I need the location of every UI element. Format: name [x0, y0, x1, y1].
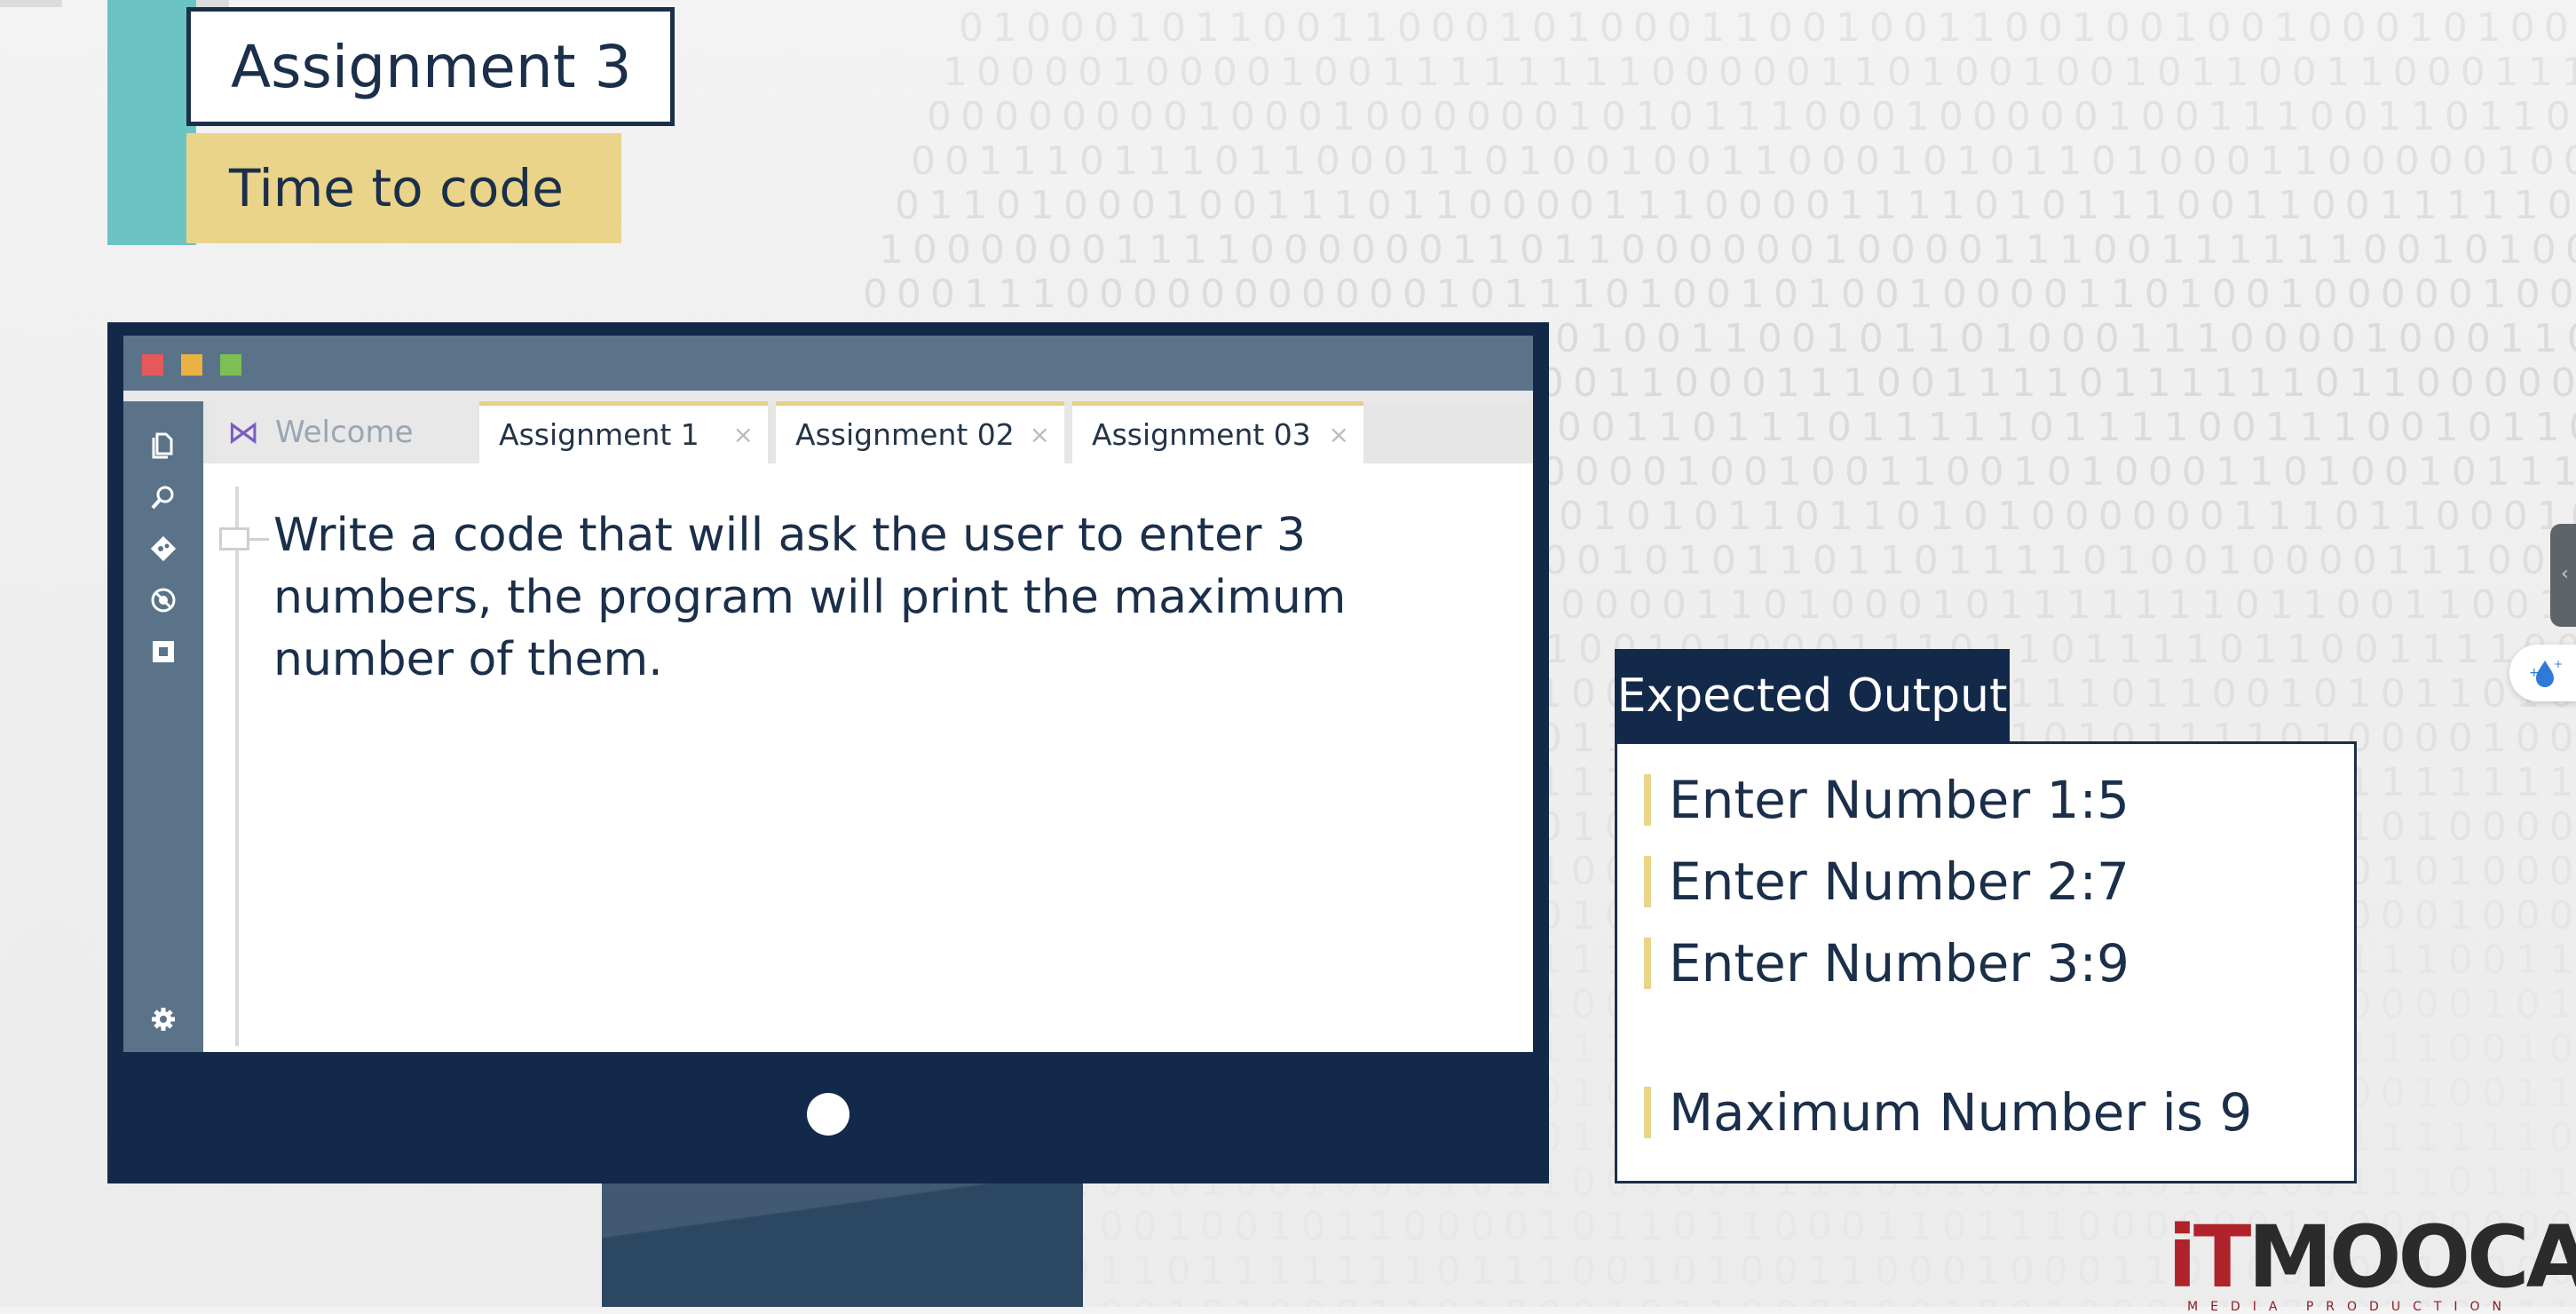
output-line-marker [1644, 774, 1651, 826]
close-tab-icon[interactable]: × [1329, 420, 1349, 449]
output-line: Maximum Number is 9 [1644, 1081, 2252, 1144]
content-line: Write a code that will ask the user to e… [273, 509, 1307, 562]
monitor-stand-highlight [602, 1183, 1083, 1307]
tab-assignment-1[interactable]: Assignment 1 × [479, 401, 768, 463]
logo-wordmark: iTMOOCA [2168, 1207, 2576, 1307]
tab-assignment-03[interactable]: Assignment 03 × [1072, 401, 1363, 463]
binary-row: 1000000111100000011011000000100001110011… [879, 227, 2576, 273]
binary-row: 0000000010001000000101011100010000010011… [927, 94, 2576, 139]
editor-menu-strip [123, 391, 1533, 401]
binary-row: 0100010110011000101000110010011001001001… [959, 5, 2576, 51]
tab-label: Assignment 02 [795, 417, 1015, 452]
color-picker-drop-icon[interactable]: + + [2509, 645, 2576, 701]
assignment-subtitle: Time to code [186, 133, 621, 243]
assignment-title: Assignment 3 [186, 7, 675, 126]
extensions-icon[interactable] [146, 634, 181, 669]
monitor-power-button [807, 1093, 849, 1136]
maximize-window-button[interactable] [220, 354, 241, 376]
content-line: numbers, the program will print the maxi… [273, 571, 1347, 624]
visual-studio-icon: ⋈ [227, 414, 259, 451]
close-window-button[interactable] [142, 354, 163, 376]
binary-row: 0011101110110001101001001100010101101000… [911, 139, 2576, 184]
svg-text:+: + [2554, 658, 2563, 670]
minimize-window-button[interactable] [181, 354, 202, 376]
binary-row: 1000010000100111111110000011010010010110… [943, 50, 2576, 95]
search-icon[interactable] [146, 479, 181, 515]
svg-text:+: + [2529, 666, 2540, 680]
fold-marker[interactable] [219, 527, 249, 550]
output-line-marker [1644, 856, 1651, 907]
output-line-text: Enter Number 2:7 [1669, 851, 2130, 912]
explorer-icon[interactable] [146, 428, 181, 463]
close-tab-icon[interactable]: × [733, 420, 754, 449]
close-tab-icon[interactable]: × [1030, 420, 1050, 449]
tab-label: Assignment 03 [1092, 417, 1311, 452]
editor-title-bar [123, 336, 1533, 391]
tab-label: Assignment 1 [499, 417, 699, 452]
teal-accent-block [107, 0, 196, 245]
output-line: Enter Number 1:5 [1644, 769, 2130, 831]
output-line: Enter Number 2:7 [1644, 851, 2130, 913]
tab-welcome[interactable]: ⋈ Welcome [215, 401, 478, 463]
itmooca-logo: iTMOOCA MEDIA PRODUCTION [2168, 1215, 2576, 1314]
indent-guide [235, 487, 239, 1046]
fold-marker-line [249, 538, 269, 541]
output-line-text: Enter Number 1:5 [1669, 770, 2130, 830]
editor-content[interactable]: Write a code that will ask the user to e… [273, 504, 1481, 691]
output-line-marker [1644, 1087, 1651, 1138]
top-left-mark [0, 0, 62, 7]
source-control-icon[interactable] [146, 531, 181, 566]
output-line-text: Maximum Number is 9 [1669, 1082, 2253, 1143]
debug-icon[interactable] [146, 582, 181, 618]
content-line: number of them. [273, 633, 663, 686]
gear-icon[interactable] [146, 1001, 181, 1037]
chevron-left-icon: ‹ [2561, 563, 2569, 585]
logo-tagline: MEDIA PRODUCTION [2187, 1300, 2515, 1314]
output-line-marker [1644, 938, 1651, 989]
side-panel-toggle[interactable]: ‹ [2550, 524, 2576, 627]
expected-output-header: Expected Output [1615, 649, 2010, 743]
output-line-text: Enter Number 3:9 [1669, 933, 2130, 993]
tab-label: Welcome [275, 415, 414, 450]
binary-row: 0110100010011101100001110000111101011100… [895, 183, 2576, 228]
tab-assignment-02[interactable]: Assignment 02 × [776, 401, 1064, 463]
output-line: Enter Number 3:9 [1644, 932, 2130, 994]
binary-row: 0001110000000000010111010010100100001101… [863, 272, 2576, 317]
